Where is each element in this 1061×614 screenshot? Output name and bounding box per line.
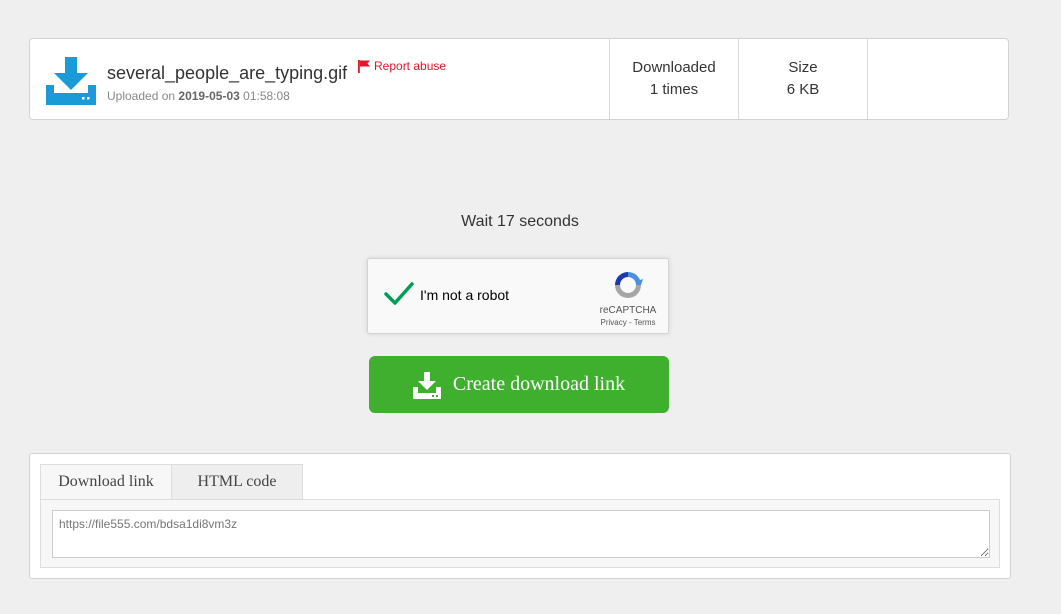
upload-prefix: Uploaded on [107,89,176,103]
tab-download-link[interactable]: Download link [40,464,172,500]
upload-info: Uploaded on 2019-05-03 01:58:08 [107,89,290,103]
tab-html-code[interactable]: HTML code [172,464,303,500]
recaptcha-logo-icon [615,272,643,298]
recaptcha-widget: I'm not a robot reCAPTCHA Privacy - Term… [367,258,669,334]
create-download-link-label: Create download link [452,373,626,395]
size-stat: Size 6 KB [738,39,867,119]
file-info-card: several_people_are_typing.gif Report abu… [29,38,1009,120]
upload-time: 01:58:08 [243,89,290,103]
downloaded-stat: Downloaded 1 times [609,39,738,119]
link-panel: Download link HTML code https://file555.… [29,453,1011,579]
link-tabs: Download link HTML code [40,464,303,501]
tab-content: https://file555.com/bdsa1di8vm3z [40,499,1000,568]
wait-countdown: Wait 17 seconds [461,213,579,230]
empty-stat-cell [867,39,1008,119]
recaptcha-privacy-terms[interactable]: Privacy - Terms [588,318,668,327]
recaptcha-label: I'm not a robot [420,287,510,303]
report-abuse-label: Report abuse [374,59,447,73]
create-download-link-button[interactable]: Create download link [369,356,669,413]
downloaded-value: 1 times [649,81,699,98]
download-icon [46,57,96,105]
checkmark-icon[interactable] [384,281,414,307]
report-abuse-link[interactable]: Report abuse [358,59,446,73]
size-label: Size [788,59,818,76]
upload-date: 2019-05-03 [178,89,240,103]
download-tray-icon [412,371,441,399]
flag-icon [358,59,370,73]
recaptcha-brand: reCAPTCHA [599,305,657,316]
size-value: 6 KB [786,81,820,98]
file-name: several_people_are_typing.gif [107,63,348,83]
downloaded-label: Downloaded [632,59,716,76]
download-link-textarea[interactable]: https://file555.com/bdsa1di8vm3z [52,510,990,558]
